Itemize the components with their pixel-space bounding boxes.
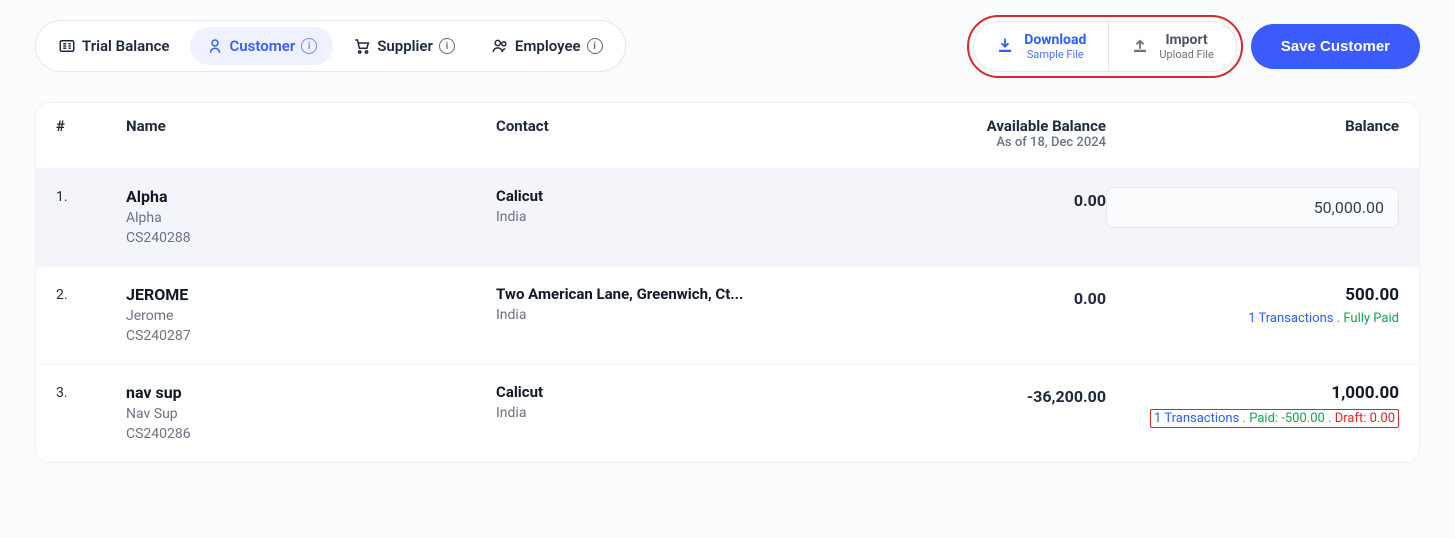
name-cell: nav sup Nav Sup CS240286 [126,383,496,442]
th-balance: Balance [1106,117,1399,135]
download-icon [996,37,1014,55]
ledger-icon [58,37,76,55]
tab-trial-balance[interactable]: Trial Balance [42,27,186,65]
customer-secondary: Alpha [126,210,496,226]
save-customer-button[interactable]: Save Customer [1251,24,1420,69]
cart-icon [353,37,371,55]
upload-icon [1131,37,1149,55]
balance-cell: 1,000.00 1 Transactions . Paid: -500.00 … [1106,383,1399,428]
th-available-sub: As of 18, Dec 2024 [826,135,1106,150]
contact-cell: Two American Lane, Greenwich, Ct... Indi… [496,285,826,323]
customer-secondary: Nav Sup [126,406,496,422]
import-sub: Upload File [1159,48,1213,61]
download-sub: Sample File [1027,48,1084,61]
balance-meta: 1 Transactions . Paid: -500.00 . Draft: … [1106,409,1399,428]
contact-cell: Calicut India [496,383,826,421]
tab-group: Trial Balance Customer i Supplier i Empl… [35,20,626,72]
contact-cell: Calicut India [496,187,826,225]
th-available: Available Balance As of 18, Dec 2024 [826,117,1106,150]
dot-separator: . [1328,411,1331,426]
customer-code: CS240286 [126,426,496,442]
balance-amount: 500.00 [1106,285,1399,305]
contact-country: India [496,405,826,421]
th-contact: Contact [496,117,826,135]
customer-name: JEROME [126,285,496,304]
balance-input[interactable] [1106,187,1399,228]
contact-location: Two American Lane, Greenwich, Ct... [496,285,826,303]
dot-separator: . [1337,311,1340,326]
download-title: Download [1024,32,1086,48]
th-available-label: Available Balance [826,117,1106,135]
tab-supplier[interactable]: Supplier i [337,27,471,65]
name-cell: JEROME Jerome CS240287 [126,285,496,344]
balance-cell [1106,187,1399,228]
info-icon: i [587,38,603,54]
info-icon: i [301,38,317,54]
tab-employee[interactable]: Employee i [475,27,619,65]
import-title: Import [1165,32,1207,48]
tab-customer[interactable]: Customer i [190,27,334,65]
tab-label: Supplier [377,37,433,55]
tab-label: Trial Balance [82,37,170,55]
table-row[interactable]: 3. nav sup Nav Sup CS240286 Calicut Indi… [36,365,1419,462]
io-group: Download Sample File Import Upload File [973,21,1237,72]
transactions-link[interactable]: 1 Transactions [1248,311,1333,326]
transactions-link[interactable]: 1 Transactions [1154,411,1239,426]
info-icon: i [439,38,455,54]
table-row[interactable]: 1. Alpha Alpha CS240288 Calicut India 0.… [36,169,1419,267]
available-balance: 0.00 [826,285,1106,308]
balance-meta: 1 Transactions . Fully Paid [1106,311,1399,326]
dot-separator: . [1243,411,1246,426]
table-header-row: # Name Contact Available Balance As of 1… [36,103,1419,169]
contact-country: India [496,307,826,323]
customer-name: nav sup [126,383,496,402]
balance-cell: 500.00 1 Transactions . Fully Paid [1106,285,1399,326]
customer-secondary: Jerome [126,308,496,324]
row-index: 2. [56,285,126,303]
paid-amount: Paid: -500.00 [1249,411,1325,426]
available-balance: 0.00 [826,187,1106,210]
contact-country: India [496,209,826,225]
customer-table: # Name Contact Available Balance As of 1… [35,102,1420,463]
th-name: Name [126,117,496,135]
user-icon [206,37,224,55]
table-row[interactable]: 2. JEROME Jerome CS240287 Two American L… [36,267,1419,365]
customer-code: CS240287 [126,328,496,344]
customer-code: CS240288 [126,230,496,246]
tab-label: Customer [230,37,296,55]
customer-name: Alpha [126,187,496,206]
contact-location: Calicut [496,383,826,401]
draft-amount: Draft: 0.00 [1335,411,1395,426]
name-cell: Alpha Alpha CS240288 [126,187,496,246]
th-index: # [56,117,126,135]
tab-label: Employee [515,37,581,55]
available-balance: -36,200.00 [826,383,1106,406]
import-file-button[interactable]: Import Upload File [1108,22,1235,71]
row-index: 1. [56,187,126,205]
paid-status: Fully Paid [1343,311,1399,326]
balance-amount: 1,000.00 [1106,383,1399,403]
users-icon [491,37,509,55]
right-actions: Download Sample File Import Upload File … [973,21,1420,72]
contact-location: Calicut [496,187,826,205]
row-index: 3. [56,383,126,401]
download-sample-button[interactable]: Download Sample File [974,22,1108,71]
